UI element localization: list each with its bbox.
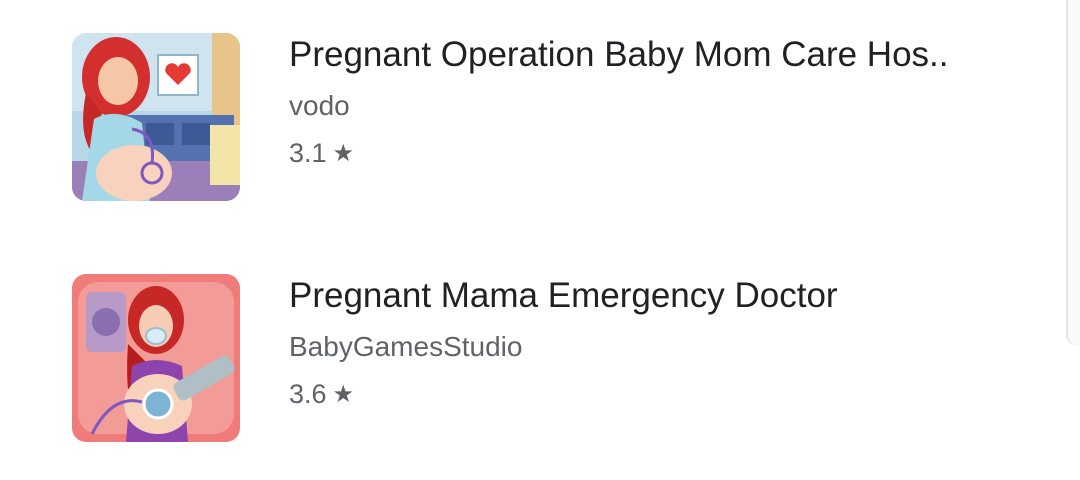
app-developer: BabyGamesStudio — [289, 331, 523, 362]
star-icon: ★ — [332, 140, 355, 167]
star-icon: ★ — [332, 381, 355, 408]
app-icon-image — [72, 33, 240, 201]
rating-value: 3.1 — [289, 138, 327, 168]
app-title[interactable]: Pregnant Operation Baby Mom Care Hos.. — [289, 35, 948, 75]
app-list: Pregnant Operation Baby Mom Care Hos.. v… — [0, 0, 1080, 480]
app-title[interactable]: Pregnant Mama Emergency Doctor — [289, 276, 838, 316]
app-rating: 3.6 ★ — [289, 379, 354, 410]
app-list-item[interactable]: Pregnant Operation Baby Mom Care Hos.. v… — [0, 20, 1060, 201]
app-list-item[interactable]: Pregnant Mama Emergency Doctor BabyGames… — [0, 261, 1060, 442]
app-developer: vodo — [289, 90, 350, 121]
app-icon-pregnant-operation[interactable] — [72, 33, 240, 201]
app-icon-pregnant-mama[interactable] — [72, 274, 240, 442]
scrollbar[interactable] — [1066, 0, 1080, 345]
app-icon-image — [72, 274, 240, 442]
app-rating: 3.1 ★ — [289, 138, 354, 169]
rating-value: 3.6 — [289, 379, 327, 409]
